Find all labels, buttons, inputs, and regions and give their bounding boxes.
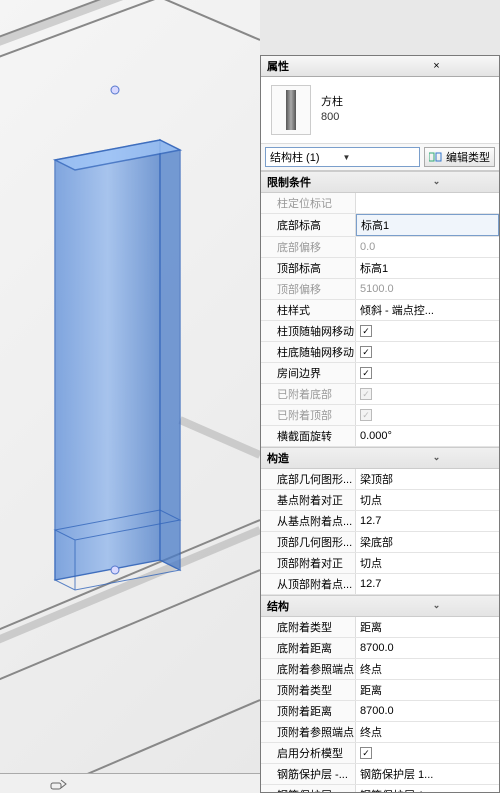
table-row: 从顶部附着点...12.7	[261, 574, 499, 595]
base-level-input[interactable]: 标高1	[356, 214, 499, 236]
table-row: 钢筋保护层 -...钢筋保护层 1...	[261, 764, 499, 785]
panel-title-text: 属性	[267, 58, 380, 74]
table-row: 底附着类型距离	[261, 617, 499, 638]
table-row: 顶附着类型距离	[261, 680, 499, 701]
panel-titlebar[interactable]: 属性 ×	[261, 56, 499, 77]
model-viewport[interactable]	[0, 0, 260, 793]
table-row: 顶部附着对正切点	[261, 553, 499, 574]
status-hint	[0, 773, 260, 793]
table-row: 房间边界✓	[261, 363, 499, 384]
type-size: 800	[321, 110, 343, 125]
category-construction[interactable]: 构造⌄	[261, 447, 499, 469]
table-row: 顶部几何图形...梁底部	[261, 532, 499, 553]
expand-icon: ⌄	[380, 452, 493, 464]
checkbox[interactable]: ✓	[360, 367, 372, 379]
category-constraints[interactable]: 限制条件⌄	[261, 171, 499, 193]
type-thumbnail	[271, 85, 311, 135]
table-row: 顶部偏移5100.0	[261, 279, 499, 300]
checkbox[interactable]: ✓	[360, 346, 372, 358]
properties-panel: 属性 × 方柱 800 结构柱 (1) ▼ 编辑类型 限制条件⌄ 柱定位标记 底…	[260, 55, 500, 793]
edit-type-button[interactable]: 编辑类型	[424, 147, 495, 167]
table-row: 柱底随轴网移动✓	[261, 342, 499, 363]
checkbox[interactable]: ✓	[360, 747, 372, 759]
table-row: 柱顶随轴网移动✓	[261, 321, 499, 342]
type-selector[interactable]: 方柱 800	[261, 77, 499, 144]
table-row: 柱定位标记	[261, 193, 499, 214]
table-row: 底附着距离8700.0	[261, 638, 499, 659]
table-row: 底部偏移0.0	[261, 237, 499, 258]
table-row: 顶部标高标高1	[261, 258, 499, 279]
table-row: 已附着底部✓	[261, 384, 499, 405]
checkbox: ✓	[360, 388, 372, 400]
table-row: 底部几何图形...梁顶部	[261, 469, 499, 490]
chevron-down-icon: ▼	[343, 153, 416, 162]
selected-column[interactable]	[55, 140, 180, 590]
close-icon[interactable]: ×	[380, 60, 493, 72]
table-row: 启用分析模型✓	[261, 743, 499, 764]
press-drag-icon	[50, 777, 68, 791]
type-name: 方柱	[321, 95, 343, 110]
table-row: 横截面旋转0.000°	[261, 426, 499, 447]
expand-icon: ⌄	[380, 176, 493, 188]
table-row: 基点附着对正切点	[261, 490, 499, 511]
properties-grid[interactable]: 限制条件⌄ 柱定位标记 底部标高标高1 底部偏移0.0 顶部标高标高1 顶部偏移…	[261, 171, 499, 792]
table-row: 钢筋保护层 -...钢筋保护层 1...	[261, 785, 499, 792]
table-row: 底部标高标高1	[261, 214, 499, 237]
table-row: 柱样式倾斜 - 端点控...	[261, 300, 499, 321]
checkbox: ✓	[360, 409, 372, 421]
checkbox[interactable]: ✓	[360, 325, 372, 337]
table-row: 从基点附着点...12.7	[261, 511, 499, 532]
category-structural[interactable]: 结构⌄	[261, 595, 499, 617]
table-row: 已附着顶部✓	[261, 405, 499, 426]
edit-type-icon	[429, 151, 443, 163]
table-row: 顶附着参照端点终点	[261, 722, 499, 743]
table-row: 顶附着距离8700.0	[261, 701, 499, 722]
table-row: 底附着参照端点终点	[261, 659, 499, 680]
instance-filter-combo[interactable]: 结构柱 (1) ▼	[265, 147, 420, 167]
expand-icon: ⌄	[380, 600, 493, 612]
